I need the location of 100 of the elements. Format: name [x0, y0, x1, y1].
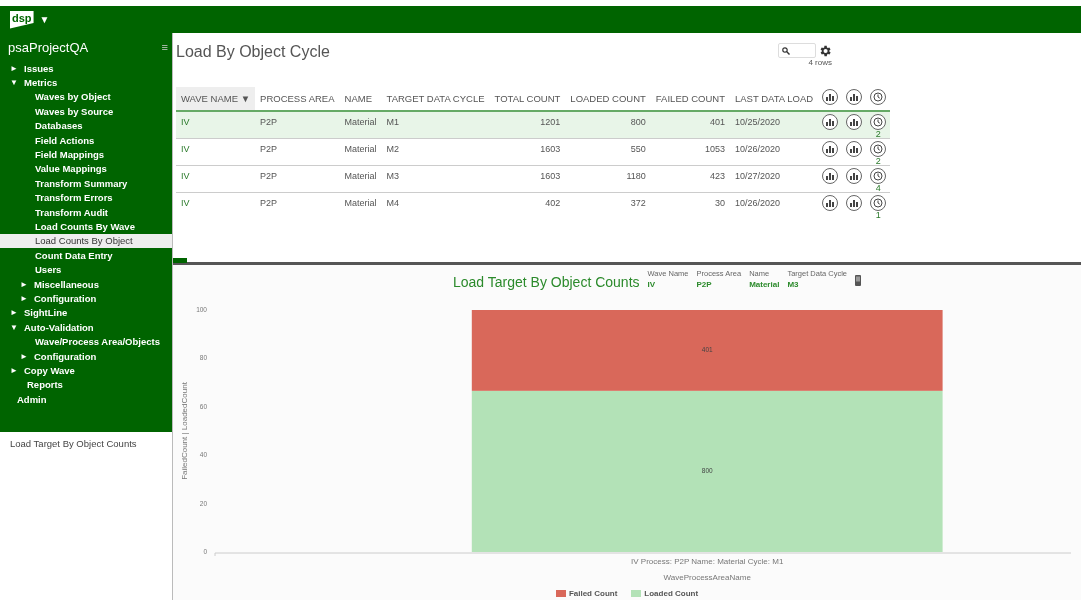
nav-item[interactable]: Users — [0, 262, 172, 277]
chart-button[interactable] — [822, 195, 839, 211]
bar-chart-icon — [825, 199, 836, 207]
column-header[interactable]: NAME — [339, 87, 382, 111]
column-header[interactable]: LOADED COUNT — [565, 87, 651, 111]
history-button[interactable] — [870, 141, 887, 157]
table-cell: P2P — [255, 192, 340, 219]
table-cell: 423 — [650, 165, 730, 193]
table-row[interactable]: IV P2P Material M2 1603 550 1053 10/26/2020 2 — [176, 138, 891, 166]
nav-item[interactable]: ► Miscellaneous — [0, 276, 172, 292]
chart-button[interactable] — [822, 141, 839, 157]
page-title: Load By Object Cycle — [176, 43, 330, 61]
legend-label: Loaded Count — [644, 589, 699, 598]
column-header[interactable]: LAST DATA LOAD — [730, 87, 819, 111]
bar-chart-icon — [849, 145, 860, 153]
history-icon — [873, 117, 884, 127]
history-count: 2 — [874, 157, 882, 165]
nav-item[interactable]: Transform Audit — [0, 204, 172, 220]
column-header[interactable]: TARGET DATA CYCLE — [381, 87, 490, 111]
arrow-icon: ► — [10, 63, 24, 73]
table-cell: IV — [176, 165, 256, 193]
chart-button[interactable] — [846, 141, 863, 157]
table-cell: 10/27/2020 — [730, 165, 819, 193]
nav-item[interactable]: ▼ Auto-Validation — [0, 320, 172, 335]
nav-item[interactable]: Waves by Source — [0, 104, 172, 119]
nav-item[interactable]: ► SightLine — [0, 305, 172, 321]
legend-swatch — [555, 590, 566, 597]
bar-chart-icon — [849, 93, 860, 101]
table-cell: IV — [176, 138, 256, 166]
nav-item[interactable]: Admin — [0, 392, 172, 407]
caret-icon[interactable]: ▼ — [39, 14, 50, 25]
chart-button[interactable] — [822, 89, 839, 105]
arrow-icon: ► — [10, 365, 24, 375]
table-cell: 10/26/2020 — [730, 138, 819, 166]
column-header[interactable]: TOTAL COUNT — [489, 87, 566, 111]
nav-item[interactable]: Transform Summary — [0, 176, 172, 191]
nav-item[interactable]: ► Copy Wave — [0, 363, 172, 378]
bar-chart-icon — [825, 118, 836, 126]
column-header[interactable]: FAILED COUNT — [650, 87, 730, 111]
nav-item[interactable]: Waves by Object — [0, 89, 172, 105]
nav-item[interactable]: Wave/Process Area/Objects — [0, 334, 172, 349]
table-cell: IV — [176, 192, 256, 219]
table-cell: 401 — [650, 111, 730, 139]
chart-button[interactable] — [822, 114, 839, 130]
history-count: 1 — [874, 211, 882, 219]
table-cell: M1 — [381, 111, 490, 139]
settings-icon[interactable] — [818, 43, 832, 58]
device-icon[interactable] — [855, 275, 861, 286]
nav-item[interactable]: Field Actions — [0, 132, 172, 148]
chart-button[interactable] — [846, 168, 863, 184]
table-cell: 1053 — [650, 138, 730, 166]
search-icon — [782, 46, 790, 55]
bar-chart-icon — [825, 172, 836, 180]
table-cell: 1603 — [489, 138, 566, 166]
nav-item[interactable]: Load Counts By Object — [0, 233, 172, 249]
sidebar-footer-text: Load Target By Object Counts — [9, 437, 138, 451]
history-icon — [873, 171, 884, 181]
column-header[interactable]: WAVE NAME ▼ — [176, 87, 256, 111]
filter-value: IV — [647, 280, 657, 289]
filter-value: Material — [749, 280, 780, 289]
history-button[interactable] — [870, 114, 887, 130]
nav-item[interactable]: Count Data Entry — [0, 248, 172, 263]
nav-item[interactable]: ▼ Metrics — [0, 75, 172, 90]
table-cell: 10/25/2020 — [730, 111, 819, 139]
table-cell: 372 — [565, 192, 651, 219]
table-row[interactable]: IV P2P Material M3 1603 1180 423 10/27/2020 4 — [176, 165, 891, 193]
history-button[interactable] — [870, 195, 887, 211]
nav-item[interactable]: Field Mappings — [0, 147, 172, 162]
column-header[interactable]: PROCESS AREA — [255, 87, 340, 111]
table-cell: M2 — [381, 138, 490, 166]
chart-button[interactable] — [846, 89, 863, 105]
table-cell: P2P — [255, 111, 340, 139]
chart-button[interactable] — [822, 168, 839, 184]
logo[interactable]: dsp — [10, 10, 34, 29]
splitter-handle[interactable] — [173, 258, 187, 263]
table-cell: 1201 — [489, 111, 566, 139]
chart-button[interactable] — [846, 114, 863, 130]
nav-item[interactable]: ► Issues — [0, 61, 172, 76]
filter-value: P2P — [696, 280, 713, 289]
bar-chart-icon — [849, 172, 860, 180]
nav-item[interactable]: ► Configuration — [0, 348, 172, 364]
nav-item[interactable]: Transform Errors — [0, 190, 172, 205]
chart-button[interactable] — [846, 195, 863, 211]
history-icon — [873, 144, 884, 154]
nav-item[interactable]: Databases — [0, 118, 172, 133]
arrow-icon: ► — [20, 351, 34, 361]
table-row[interactable]: IV P2P Material M4 402 372 30 10/26/2020 1 — [176, 192, 891, 219]
arrow-icon: ► — [10, 308, 24, 318]
nav-item[interactable]: Value Mappings — [0, 161, 172, 177]
y-axis-label: FailedCount | LoadedCount — [180, 382, 189, 480]
nav-item[interactable]: ► Configuration — [0, 291, 172, 306]
history-button[interactable] — [870, 168, 887, 184]
nav-item[interactable]: Reports — [0, 377, 172, 392]
search-field[interactable] — [778, 43, 816, 58]
project-name: psaProjectQA — [8, 39, 89, 55]
nav-item[interactable]: Load Counts By Wave — [0, 219, 172, 234]
menu-icon[interactable]: ≡ — [161, 41, 168, 53]
row-count: 4 rows — [808, 58, 832, 67]
filter-value: M3 — [787, 280, 800, 289]
history-button[interactable] — [870, 89, 887, 105]
